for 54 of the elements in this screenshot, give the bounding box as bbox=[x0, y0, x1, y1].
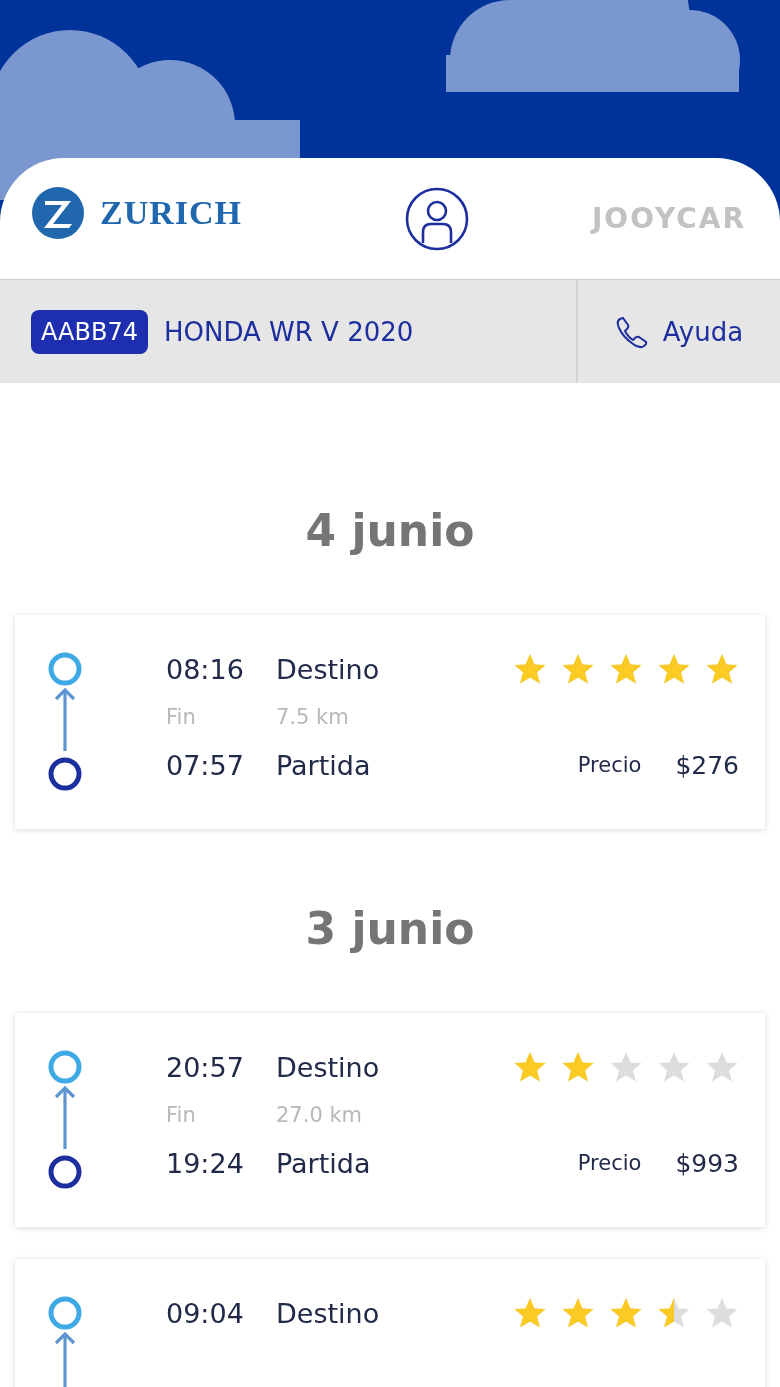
star-icon bbox=[609, 652, 643, 686]
insurer-logo: ZURICH bbox=[100, 193, 243, 232]
star-icon bbox=[657, 1050, 691, 1084]
start-marker-icon bbox=[48, 757, 82, 791]
destination-marker-icon bbox=[48, 1050, 82, 1084]
vehicle-model: HONDA WR V 2020 bbox=[164, 316, 414, 347]
star-icon bbox=[705, 1296, 739, 1330]
price: $276 bbox=[675, 750, 739, 780]
star-icon bbox=[609, 1296, 643, 1330]
start-time: 07:57 bbox=[166, 749, 245, 781]
star-icon bbox=[657, 652, 691, 686]
up-arrow-icon bbox=[54, 687, 76, 753]
start-label: Partida bbox=[276, 749, 371, 781]
trip-card[interactable]: 08:16 Destino Fin 7.5 km 07:57 Partida Precio $276 bbox=[15, 615, 765, 829]
price-label: Precio bbox=[577, 753, 642, 777]
end-label: Destino bbox=[276, 1297, 380, 1329]
star-icon bbox=[513, 652, 547, 686]
license-plate: AABB74 bbox=[31, 309, 148, 354]
end-time: 08:16 bbox=[166, 653, 245, 685]
star-icon bbox=[705, 1050, 739, 1084]
end-time: 09:04 bbox=[166, 1297, 245, 1329]
phone-icon bbox=[614, 314, 649, 349]
destination-marker-icon bbox=[48, 652, 82, 686]
up-arrow-icon bbox=[54, 1331, 76, 1387]
start-marker-icon bbox=[48, 1155, 82, 1189]
trip-card[interactable]: 09:04 Destino bbox=[15, 1259, 765, 1387]
start-label: Partida bbox=[276, 1147, 371, 1179]
destination-marker-icon bbox=[48, 1296, 82, 1330]
start-time: 19:24 bbox=[166, 1147, 245, 1179]
date-heading: 4 junio bbox=[304, 504, 476, 558]
distance: 27.0 km bbox=[276, 1103, 363, 1127]
z-logo-icon bbox=[32, 186, 84, 239]
help-button[interactable]: Ayuda bbox=[578, 280, 780, 383]
end-label: Destino bbox=[276, 1051, 380, 1083]
star-icon bbox=[561, 1050, 595, 1084]
price-label: Precio bbox=[577, 1151, 642, 1175]
date-heading: 3 junio bbox=[304, 902, 476, 956]
up-arrow-icon bbox=[54, 1085, 76, 1151]
fin-label: Fin bbox=[166, 1103, 197, 1127]
distance: 7.5 km bbox=[276, 705, 349, 729]
trip-card[interactable]: 20:57 Destino Fin 27.0 km 19:24 Partida Precio $993 bbox=[15, 1013, 765, 1227]
star-icon bbox=[561, 652, 595, 686]
star-icon bbox=[513, 1296, 547, 1330]
profile-icon[interactable] bbox=[404, 186, 469, 251]
fin-label: Fin bbox=[166, 705, 197, 729]
star-icon bbox=[705, 652, 739, 686]
end-label: Destino bbox=[276, 653, 380, 685]
partner-logo: JOOYCAR bbox=[591, 202, 746, 235]
end-time: 20:57 bbox=[166, 1051, 245, 1083]
star-icon bbox=[609, 1050, 643, 1084]
star-icon bbox=[657, 1296, 691, 1330]
star-icon bbox=[513, 1050, 547, 1084]
price: $993 bbox=[675, 1148, 739, 1178]
star-icon bbox=[561, 1296, 595, 1330]
